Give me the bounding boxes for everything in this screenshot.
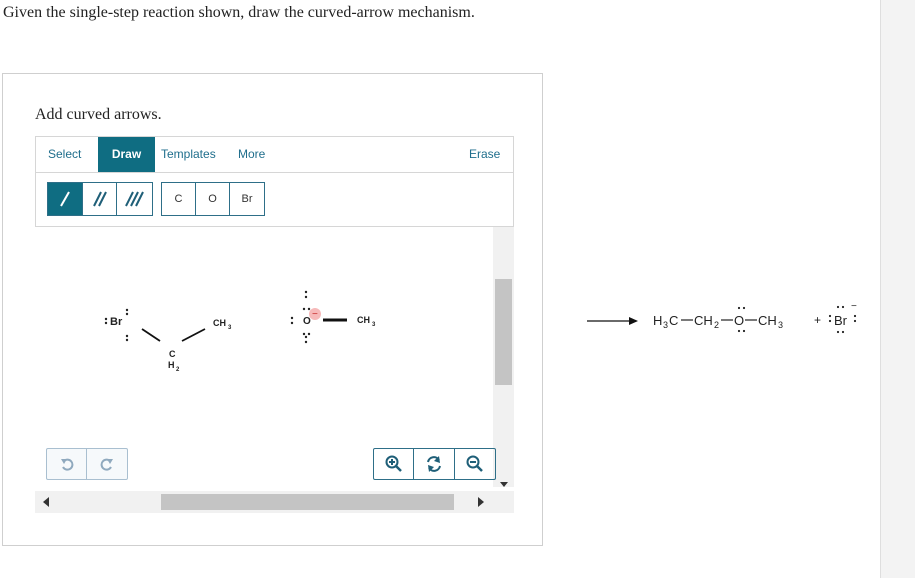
reaction-arrow-head-icon	[629, 317, 638, 325]
ch2-c-label: C	[169, 349, 176, 359]
br-c-bond[interactable]	[141, 328, 161, 342]
tab-draw[interactable]: Draw	[98, 137, 155, 172]
product-ch2-label: CH	[694, 313, 713, 328]
instruction-text: Add curved arrows.	[35, 106, 162, 123]
product-ch3-label: CH	[758, 313, 777, 328]
ch3-right-sub: 3	[372, 322, 376, 328]
ch2-group[interactable]: C H 2	[168, 349, 180, 373]
product-plus-label: +	[814, 313, 821, 327]
triple-bond-button[interactable]	[117, 183, 152, 215]
triple-bond-icon	[124, 191, 144, 207]
product-br-charge: −	[851, 301, 857, 312]
erase-button[interactable]: Erase	[462, 137, 507, 172]
ch3-left-label: CH	[213, 318, 226, 328]
double-bond-icon	[92, 191, 107, 207]
right-sidebar	[880, 0, 915, 578]
redo-icon	[100, 458, 113, 471]
product-o-label: O	[734, 313, 744, 328]
negative-charge-label: −	[312, 309, 318, 320]
zoom-in-icon	[385, 455, 402, 472]
atom-br-button[interactable]: Br	[230, 183, 264, 215]
tab-more[interactable]: More	[231, 137, 272, 172]
undo-redo-group	[46, 448, 128, 480]
tab-select[interactable]: Select	[41, 137, 88, 172]
product-ether: H 3 C CH 2 O CH 3 + Br −	[653, 301, 857, 334]
single-bond-button[interactable]	[48, 183, 83, 215]
reaction-product: H 3 C CH 2 O CH 3 + Br −	[587, 301, 857, 334]
scroll-left-arrow-icon[interactable]	[43, 497, 49, 507]
scroll-down-arrow-icon[interactable]	[500, 482, 508, 487]
zoom-reset-icon	[427, 456, 441, 472]
redo-button[interactable]	[87, 449, 127, 479]
product-h-sub: 3	[663, 320, 668, 330]
ch3-left-sub: 3	[228, 325, 232, 331]
zoom-group	[373, 448, 496, 480]
tab-templates[interactable]: Templates	[154, 137, 223, 172]
product-ch2-sub: 2	[714, 320, 719, 330]
atom-o-button[interactable]: O	[196, 183, 230, 215]
ch2-h-label: H	[168, 360, 175, 370]
product-h-label: H	[653, 313, 662, 328]
atom-c-button[interactable]: C	[162, 183, 196, 215]
bond-toolbar: C O Br	[35, 173, 514, 227]
product-br-label: Br	[834, 313, 848, 328]
atom-group: C O Br	[161, 182, 265, 216]
undo-icon	[60, 458, 73, 471]
bromine-atom[interactable]: Br	[104, 308, 129, 342]
oxygen-atom[interactable]: − O	[290, 290, 321, 344]
zoom-out-button[interactable]	[455, 449, 495, 479]
c-ch3-bond[interactable]	[181, 328, 206, 342]
vertical-scroll-thumb[interactable]	[495, 279, 512, 385]
product-ch3-sub: 3	[778, 320, 783, 330]
drawing-toolbar: Select Draw Templates More Erase	[35, 136, 514, 173]
ch3-right-label: CH	[357, 315, 370, 325]
ch2-sub-label: 2	[176, 367, 180, 373]
zoom-reset-button[interactable]	[414, 449, 455, 479]
scroll-right-arrow-icon[interactable]	[478, 497, 484, 507]
single-bond-icon	[59, 191, 70, 207]
product-c-label: C	[669, 313, 678, 328]
double-bond-button[interactable]	[82, 183, 118, 215]
horizontal-scrollbar[interactable]	[35, 491, 514, 513]
bromine-label: Br	[110, 316, 123, 328]
question-text: Given the single-step reaction shown, dr…	[3, 4, 475, 21]
oxygen-label: O	[303, 316, 311, 327]
ch3-right-group[interactable]: CH 3	[357, 315, 376, 328]
drawing-card: Add curved arrows. Select Draw Templates…	[2, 73, 543, 546]
zoom-in-button[interactable]	[374, 449, 415, 479]
ch3-left-group[interactable]: CH 3	[213, 318, 232, 331]
zoom-out-icon	[466, 455, 483, 472]
vertical-scrollbar[interactable]	[493, 227, 514, 487]
horizontal-scroll-thumb[interactable]	[161, 494, 454, 510]
undo-button[interactable]	[47, 449, 87, 479]
bond-group	[47, 182, 153, 216]
